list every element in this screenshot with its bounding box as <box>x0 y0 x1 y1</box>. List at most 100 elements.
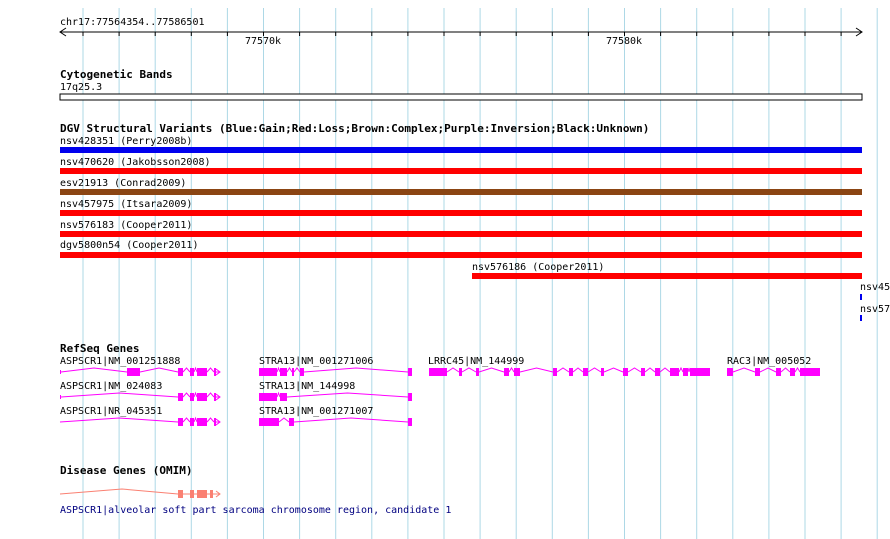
gene-model[interactable] <box>727 367 820 376</box>
intron-line <box>556 367 570 373</box>
exon-block <box>623 368 628 376</box>
variant-bar-gain[interactable] <box>60 147 862 153</box>
gene-label: ASPSCR1|NM_024083 <box>60 381 162 392</box>
cytoband-track-title: Cytogenetic Bands <box>60 68 173 81</box>
intron-line <box>603 367 624 373</box>
intron-line <box>182 392 191 398</box>
variant-label: nsv576183 (Cooper2011) <box>60 220 192 231</box>
gene-label: STRA13|NM_144998 <box>259 381 355 392</box>
exon-block <box>755 368 760 376</box>
variant-bar-loss[interactable] <box>472 273 862 279</box>
exon-block <box>408 393 412 401</box>
variant-bar-loss[interactable] <box>60 231 862 237</box>
gene-label: STRA13|NM_001271007 <box>259 406 373 417</box>
exon-block <box>197 490 207 498</box>
intron-line <box>659 367 671 373</box>
intron-line <box>303 367 409 373</box>
intron-line <box>139 367 179 373</box>
exon-block <box>214 368 216 376</box>
exon-block <box>259 393 277 401</box>
variant-label: nsv457975 (Itsara2009) <box>60 199 192 210</box>
gene-model[interactable] <box>429 366 710 376</box>
intron-line <box>644 367 656 373</box>
intron-line <box>478 367 505 373</box>
variant-label: esv21913 (Conrad2009) <box>60 178 186 189</box>
exon-block <box>683 368 688 376</box>
ruler-tick-label: 77580k <box>606 36 642 47</box>
variant-label: nsv45 <box>860 282 890 293</box>
exon-block <box>259 418 279 426</box>
exon-block <box>259 368 277 376</box>
intron-line <box>193 416 198 423</box>
dgv-track-title: DGV Structural Variants (Blue:Gain;Red:L… <box>60 122 649 135</box>
intron-line <box>182 417 191 423</box>
exon-block <box>727 368 733 376</box>
intron-line <box>732 367 756 373</box>
exon-block <box>127 368 140 376</box>
cytoband-bar[interactable] <box>59 93 863 101</box>
intron-line <box>278 417 290 423</box>
intron-line <box>587 367 602 373</box>
exon-block <box>190 490 194 498</box>
exon-block <box>190 368 194 376</box>
intron-line <box>276 391 281 398</box>
intron-line <box>508 367 515 373</box>
exon-block <box>459 368 462 376</box>
gene-label: LRRC45|NM_144999 <box>428 356 524 367</box>
variant-label: nsv57 <box>860 304 890 315</box>
intron-line <box>461 367 477 373</box>
omim-gene-model[interactable] <box>59 488 221 498</box>
gene-model[interactable] <box>60 391 221 401</box>
gene-model[interactable] <box>59 416 221 426</box>
variant-label: nsv576186 (Cooper2011) <box>472 262 604 273</box>
omim-gene-label: ASPSCR1|alveolar soft part sarcoma chrom… <box>60 505 451 516</box>
cytoband-label: 17q25.3 <box>60 82 102 93</box>
variant-bar-complex[interactable] <box>60 189 862 195</box>
variant-bar-loss[interactable] <box>60 210 862 216</box>
gene-label: RAC3|NM_005052 <box>727 356 811 367</box>
exon-block <box>197 368 207 376</box>
cytoband-track: Cytogenetic Bands 17q25.3 <box>59 68 863 101</box>
exon-block <box>504 368 509 376</box>
exon-block <box>776 368 781 376</box>
intron-line <box>276 366 281 373</box>
exon-block <box>300 368 304 376</box>
ruler-location-label: chr17:77564354..77586501 <box>60 17 205 28</box>
intron-line <box>780 367 791 373</box>
exon-block <box>280 368 287 376</box>
intron-line <box>293 417 409 423</box>
intron-line <box>759 367 777 373</box>
ruler-tick-label: 77570k <box>245 36 281 47</box>
exon-block <box>800 368 820 376</box>
exon-block <box>60 395 61 399</box>
variant-label: nsv470620 (Jakobsson2008) <box>60 157 211 168</box>
exon-block <box>476 368 479 376</box>
exon-block <box>178 418 183 426</box>
track-canvas: chr17:77564354..77586501 77570k 77580k C… <box>59 8 890 539</box>
exon-block <box>408 418 412 426</box>
ruler-track: chr17:77564354..77586501 77570k 77580k <box>59 17 863 47</box>
exon-block <box>60 370 61 374</box>
gene-label: STRA13|NM_001271006 <box>259 356 373 367</box>
exon-block <box>178 368 183 376</box>
exon-block <box>514 368 520 376</box>
intron-line <box>286 367 293 373</box>
variant-bar-gain[interactable] <box>860 294 862 300</box>
exon-block <box>210 490 213 498</box>
exon-block <box>670 368 679 376</box>
exon-block <box>190 393 194 401</box>
exon-block <box>641 368 645 376</box>
variant-bar-gain[interactable] <box>860 315 862 321</box>
exon-block <box>790 368 795 376</box>
variant-bar-loss[interactable] <box>60 252 862 258</box>
gene-model[interactable] <box>60 366 221 376</box>
intron-line <box>678 366 684 373</box>
exon-block <box>601 368 604 376</box>
genome-browser-panel: chr17:77564354..77586501 77570k 77580k C… <box>0 0 890 539</box>
variant-bar-loss[interactable] <box>60 168 862 174</box>
exon-block <box>190 418 194 426</box>
exon-block <box>197 393 207 401</box>
refseq-track-title: RefSeq Genes <box>60 342 139 355</box>
exon-block <box>214 393 216 401</box>
intron-line <box>60 367 128 373</box>
